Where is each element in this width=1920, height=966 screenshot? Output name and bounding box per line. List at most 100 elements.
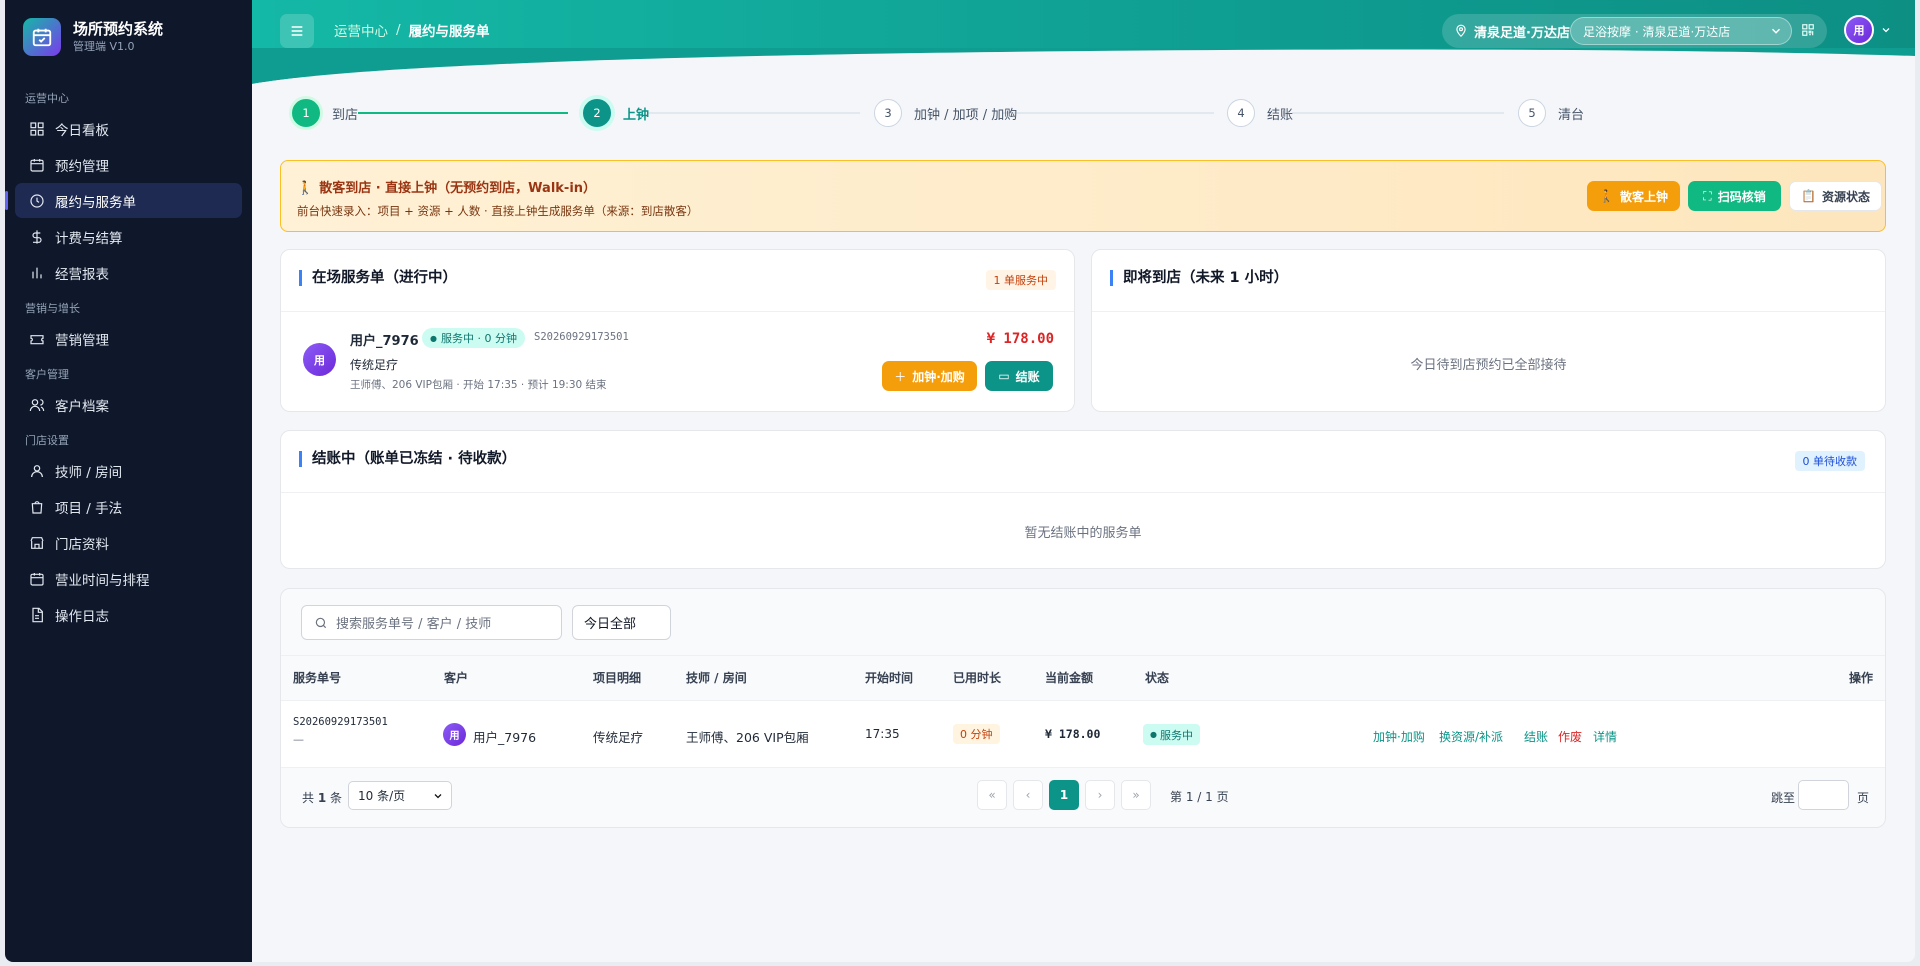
service-detail: 王师傅、206 VIP包厢 · 开始 17:35 · 预计 19:30 结束 xyxy=(350,379,607,391)
user-icon xyxy=(29,463,45,479)
card-header: 即将到店（未来 1 小时） xyxy=(1092,250,1885,312)
scan-verify-label: 扫码核销 xyxy=(1717,189,1766,204)
first-page-button[interactable]: « xyxy=(977,780,1007,810)
brand-subtitle: 管理端 V1.0 xyxy=(73,40,135,53)
brand: 场所预约系统 管理端 V1.0 xyxy=(23,18,163,56)
sidebar-item[interactable]: 履约与服务单 xyxy=(5,183,242,218)
last-page-button[interactable]: » xyxy=(1121,780,1151,810)
op-checkout-link[interactable]: 结账 xyxy=(1524,728,1548,745)
file-icon xyxy=(29,607,45,623)
sidebar-item[interactable]: 项目 / 手法 xyxy=(15,489,242,524)
sidebar-item-label: 项目 / 手法 xyxy=(55,500,123,517)
cell-order-number[interactable]: S20260929173501 xyxy=(293,716,388,728)
sidebar-item[interactable]: 技师 / 房间 xyxy=(15,453,242,488)
op-void-link[interactable]: 作废 xyxy=(1558,728,1582,745)
step-connector xyxy=(1292,112,1504,114)
chevron-left-icon: ‹ xyxy=(1025,788,1031,802)
next-page-button[interactable]: › xyxy=(1085,780,1115,810)
step-label: 清台 xyxy=(1558,107,1585,123)
cell-order-sub: — xyxy=(293,733,304,746)
search-placeholder: 搜索服务单号 / 客户 / 技师 xyxy=(336,617,492,632)
jump-suffix: 页 xyxy=(1857,791,1870,805)
prev-page-button[interactable]: ‹ xyxy=(1013,780,1043,810)
nav-group-label: 门店设置 xyxy=(25,434,69,447)
resource-status-button[interactable]: 📋 资源状态 xyxy=(1789,181,1882,211)
qrcode-icon[interactable] xyxy=(1801,23,1815,37)
step-number: 2 xyxy=(583,99,611,127)
order-number: S20260929173501 xyxy=(534,331,629,343)
column-header: 操作 xyxy=(1848,671,1873,685)
step-label: 加钟 / 加项 / 加购 xyxy=(914,107,1018,123)
sidebar-item[interactable]: 预约管理 xyxy=(15,147,242,182)
add-time-button[interactable]: ＋ 加钟·加购 xyxy=(882,361,977,391)
column-header: 开始时间 xyxy=(865,671,914,685)
step-item: 3 加钟 / 加项 / 加购 xyxy=(874,98,1017,128)
calendar-icon xyxy=(29,571,45,587)
op-add-time-link[interactable]: 加钟·加购 xyxy=(1373,728,1425,745)
op-change-resource-link[interactable]: 换资源/补派 xyxy=(1439,728,1503,745)
breadcrumb-item-ops[interactable]: 运营中心 xyxy=(334,20,388,40)
sidebar-item-label: 客户档案 xyxy=(55,398,109,415)
sidebar-item[interactable]: 操作日志 xyxy=(15,597,242,632)
service-status-text: 服务中 · 0 分钟 xyxy=(440,332,517,345)
jump-page-input[interactable] xyxy=(1798,780,1849,810)
op-detail-link[interactable]: 详情 xyxy=(1593,728,1617,745)
walkin-start-button[interactable]: 🚶 散客上钟 xyxy=(1587,181,1680,211)
date-filter-select[interactable]: 今日全部 xyxy=(572,605,671,640)
sidebar-item-label: 营业时间与排程 xyxy=(55,572,150,589)
table-row[interactable]: S20260929173501 — 用 用户_7976 传统足疗 王师傅、206… xyxy=(281,700,1885,768)
service-name: 传统足疗 xyxy=(350,358,399,372)
service-status-tag: ● 服务中 · 0 分钟 xyxy=(422,328,525,348)
walkin-start-label: 散客上钟 xyxy=(1619,189,1668,204)
add-time-label: 加钟·加购 xyxy=(912,369,965,384)
store-icon xyxy=(29,535,45,551)
step-label: 上钟 xyxy=(623,107,650,123)
orders-table-card: 搜索服务单号 / 客户 / 技师 今日全部 服务单号 客户 项目明细 技师 / 房间 开… xyxy=(280,588,1886,828)
card-icon: ▭ xyxy=(998,369,1010,383)
scan-verify-button[interactable]: ⛶ 扫码核销 xyxy=(1688,181,1781,211)
double-chevron-right-icon: » xyxy=(1132,788,1140,802)
location-pin-icon xyxy=(1456,24,1466,38)
active-orders-title: 在场服务单（进行中） xyxy=(299,270,457,286)
cell-tech-room: 王师傅、206 VIP包厢 xyxy=(686,730,809,745)
chevron-right-icon: › xyxy=(1097,788,1103,802)
breadcrumb: 运营中心 / 履约与服务单 xyxy=(334,20,490,40)
total-count: 共 1 条 xyxy=(302,789,342,806)
column-header: 技师 / 房间 xyxy=(686,671,747,685)
store-select-value: 足浴按摩 · 清泉足道·万达店 xyxy=(1583,24,1731,39)
sidebar-item[interactable]: 计费与结算 xyxy=(15,219,242,254)
step-number: 4 xyxy=(1227,99,1255,127)
page-button-1[interactable]: 1 xyxy=(1049,780,1079,810)
cell-customer[interactable]: 用户_7976 xyxy=(473,727,536,746)
checkout-label: 结账 xyxy=(1015,369,1040,384)
banner-title: 散客到店 · 直接上钟（无预约到店，Walk-in） xyxy=(319,181,597,196)
sidebar-item[interactable]: 客户档案 xyxy=(15,387,242,422)
column-header: 客户 xyxy=(444,671,469,685)
step-item: 1 到店 xyxy=(292,98,358,128)
checkout-button[interactable]: ▭ 结账 xyxy=(985,361,1053,391)
page-size-select[interactable]: 10 条/页 xyxy=(348,781,452,810)
sidebar-item-label: 计费与结算 xyxy=(55,230,123,247)
step-number: 1 xyxy=(292,99,320,127)
walk-icon: 🚶 xyxy=(297,181,314,196)
column-header: 服务单号 xyxy=(293,671,342,685)
sidebar-item[interactable]: 门店资料 xyxy=(15,525,242,560)
sidebar-item-label: 预约管理 xyxy=(55,158,109,175)
search-input[interactable]: 搜索服务单号 / 客户 / 技师 xyxy=(301,605,562,640)
sidebar-item-label: 履约与服务单 xyxy=(55,194,136,211)
sidebar-item[interactable]: 营业时间与排程 xyxy=(15,561,242,596)
chevron-down-icon[interactable] xyxy=(1880,24,1892,36)
upcoming-card: 即将到店（未来 1 小时） 今日待到店预约已全部接待 xyxy=(1091,249,1886,412)
active-orders-card: 在场服务单（进行中） 1 单服务中 用 用户_7976 ● 服务中 · 0 分钟 … xyxy=(280,249,1075,412)
sidebar-item[interactable]: 经营报表 xyxy=(15,255,242,290)
chevron-down-icon xyxy=(434,794,442,799)
sidebar-item[interactable]: 营销管理 xyxy=(15,321,242,356)
store-select[interactable]: 足浴按摩 · 清泉足道·万达店 xyxy=(1570,17,1792,45)
calendar-logo-icon xyxy=(23,18,61,56)
customer-name[interactable]: 用户_7976 xyxy=(350,330,419,349)
brand-title: 场所预约系统 xyxy=(73,20,164,38)
user-avatar[interactable]: 用 xyxy=(1844,15,1874,45)
menu-toggle-button[interactable] xyxy=(280,14,314,48)
active-count-badge: 1 单服务中 xyxy=(985,270,1056,290)
sidebar-item[interactable]: 今日看板 xyxy=(15,111,242,146)
